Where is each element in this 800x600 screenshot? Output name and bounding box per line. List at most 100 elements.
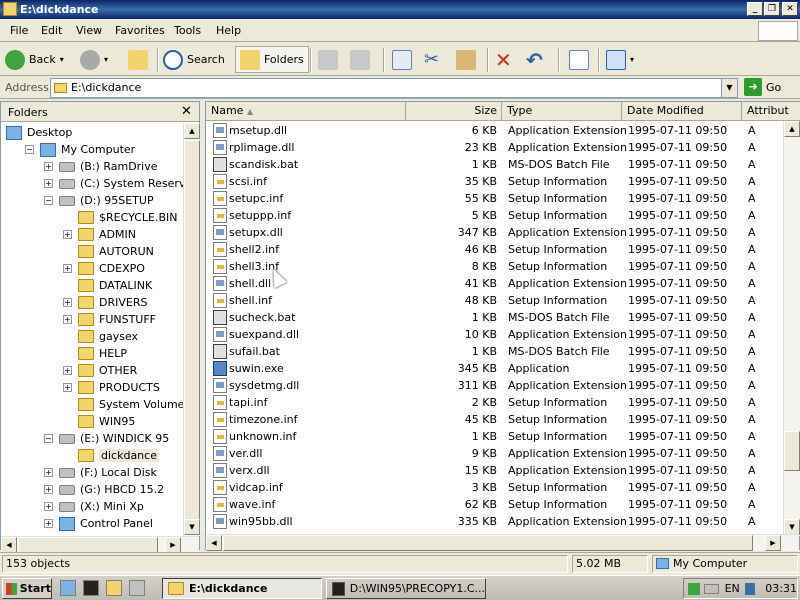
paste-button[interactable]: [456, 46, 476, 73]
file-row[interactable]: tapi.inf 2 KB Setup Information 1995-07-11 …: [206, 394, 783, 411]
tree-item[interactable]: HELP: [63, 345, 127, 362]
tree-item[interactable]: + PRODUCTS: [63, 379, 160, 396]
minimize-button[interactable]: _: [747, 2, 763, 16]
folders-vertical-scrollbar[interactable]: ▲ ▼: [183, 123, 200, 536]
scroll-left-icon[interactable]: ◀: [1, 537, 17, 553]
tree-item[interactable]: System Volume Inforr: [63, 396, 183, 413]
chevron-down-icon[interactable]: ▼: [721, 79, 737, 97]
column-header-date[interactable]: Date Modified: [622, 102, 742, 121]
tree-item[interactable]: DATALINK: [63, 277, 152, 294]
files-vertical-scrollbar[interactable]: ▲ ▼: [783, 121, 800, 536]
tree-item[interactable]: − My Computer: [25, 141, 135, 158]
undo-button[interactable]: ↶: [526, 46, 543, 73]
network-icon[interactable]: [688, 582, 701, 595]
expand-icon[interactable]: +: [63, 230, 72, 239]
tree-item[interactable]: + (F:) Local Disk: [44, 464, 157, 481]
collapse-icon[interactable]: −: [25, 145, 34, 154]
views-button[interactable]: ▾: [606, 46, 634, 73]
file-row[interactable]: shell.inf 48 KB Setup Information 1995-07-1…: [206, 292, 783, 309]
expand-icon[interactable]: +: [63, 315, 72, 324]
expand-icon[interactable]: +: [63, 383, 72, 392]
tree-item[interactable]: + (G:) HBCD 15.2: [44, 481, 164, 498]
tree-item[interactable]: + FUNSTUFF: [63, 311, 156, 328]
menu-view[interactable]: View: [76, 24, 102, 37]
file-row[interactable]: msetup.dll 6 KB Application Extension 1995-…: [206, 122, 783, 139]
maximize-button[interactable]: ❐: [764, 2, 780, 16]
file-row[interactable]: unknown.inf 1 KB Setup Information 1995-07-…: [206, 428, 783, 445]
properties-button[interactable]: [569, 46, 589, 73]
tree-item[interactable]: AUTORUN: [63, 243, 154, 260]
tree-item[interactable]: + (B:) RamDrive: [44, 158, 158, 175]
go-button[interactable]: ➜ Go: [744, 78, 781, 96]
expand-icon[interactable]: +: [63, 264, 72, 273]
tree-item[interactable]: + ADMIN: [63, 226, 136, 243]
collapse-icon[interactable]: −: [44, 434, 53, 443]
move-to-button[interactable]: [318, 46, 338, 73]
scroll-thumb[interactable]: [184, 140, 200, 520]
expand-icon[interactable]: +: [44, 519, 53, 528]
file-row[interactable]: sucheck.bat 1 KB MS-DOS Batch File 1995-07-…: [206, 309, 783, 326]
file-row[interactable]: timezone.inf 45 KB Setup Information 1995-0…: [206, 411, 783, 428]
scroll-thumb[interactable]: [223, 535, 753, 551]
scroll-up-icon[interactable]: ▲: [784, 121, 800, 137]
task-explorer[interactable]: E:\dickdance: [162, 578, 322, 599]
expand-icon[interactable]: +: [63, 298, 72, 307]
expand-icon[interactable]: +: [44, 179, 53, 188]
menu-help[interactable]: Help: [216, 24, 241, 37]
tree-item[interactable]: $RECYCLE.BIN: [63, 209, 177, 226]
scroll-up-icon[interactable]: ▲: [184, 123, 200, 139]
tree-item[interactable]: + CDEXPO: [63, 260, 145, 277]
file-row[interactable]: setuppp.inf 5 KB Setup Information 1995-07-…: [206, 207, 783, 224]
menu-tools[interactable]: Tools: [174, 24, 201, 37]
cut-button[interactable]: ✂: [424, 46, 439, 73]
column-header-type[interactable]: Type: [502, 102, 622, 121]
copy-to-button[interactable]: [350, 46, 370, 73]
volume-icon[interactable]: [744, 582, 756, 595]
explorer-icon[interactable]: [106, 580, 122, 596]
tree-item[interactable]: + (X:) Mini Xp: [44, 498, 144, 515]
file-row[interactable]: win95bb.dll 335 KB Application Extension 19…: [206, 513, 783, 530]
language-indicator[interactable]: EN: [725, 582, 740, 595]
scroll-thumb[interactable]: [784, 431, 800, 471]
back-button[interactable]: Back ▾: [5, 46, 64, 73]
expand-icon[interactable]: +: [63, 366, 72, 375]
column-header-size[interactable]: Size: [406, 102, 502, 121]
close-icon[interactable]: ✕: [181, 104, 192, 119]
file-row[interactable]: wave.inf 62 KB Setup Information 1995-07-11…: [206, 496, 783, 513]
scroll-down-icon[interactable]: ▼: [784, 519, 800, 535]
file-row[interactable]: scandisk.bat 1 KB MS-DOS Batch File 1995-07…: [206, 156, 783, 173]
tree-item[interactable]: + DRIVERS: [63, 294, 147, 311]
close-button[interactable]: ✕: [782, 2, 798, 16]
task-precopy[interactable]: D:\WIN95\PRECOPY1.C...: [326, 578, 486, 599]
search-button[interactable]: Search: [163, 46, 225, 73]
tree-item[interactable]: Desktop: [6, 124, 72, 141]
folders-button[interactable]: Folders: [235, 46, 309, 73]
menu-favorites[interactable]: Favorites: [115, 24, 165, 37]
drive-icon[interactable]: [704, 583, 719, 594]
scroll-left-icon[interactable]: ◀: [206, 535, 222, 551]
tree-item[interactable]: WIN95: [63, 413, 135, 430]
file-row[interactable]: ver.dll 9 KB Application Extension 1995-07-…: [206, 445, 783, 462]
expand-icon[interactable]: +: [44, 162, 53, 171]
file-row[interactable]: setupx.dll 347 KB Application Extension 199…: [206, 224, 783, 241]
file-row[interactable]: setupc.inf 55 KB Setup Information 1995-07-…: [206, 190, 783, 207]
scroll-thumb[interactable]: [18, 537, 158, 553]
expand-icon[interactable]: +: [44, 485, 53, 494]
command-prompt-icon[interactable]: [83, 580, 99, 596]
scroll-right-icon[interactable]: ▶: [765, 535, 781, 551]
address-input[interactable]: E:\dickdance ▼: [50, 78, 738, 98]
up-folder-button[interactable]: [128, 46, 148, 73]
start-button[interactable]: Start: [2, 578, 52, 599]
tree-item[interactable]: + (C:) System Reserved: [44, 175, 183, 192]
file-row[interactable]: shell3.inf 8 KB Setup Information 1995-07-1…: [206, 258, 783, 275]
file-row[interactable]: verx.dll 15 KB Application Extension 1995-0…: [206, 462, 783, 479]
file-row[interactable]: suexpand.dll 10 KB Application Extension 19…: [206, 326, 783, 343]
title-bar[interactable]: E:\dickdance _ ❐ ✕: [0, 0, 800, 19]
file-row[interactable]: shell.dll 41 KB Application Extension 1995-…: [206, 275, 783, 292]
menu-edit[interactable]: Edit: [41, 24, 62, 37]
file-row[interactable]: sufail.bat 1 KB MS-DOS Batch File 1995-07-1…: [206, 343, 783, 360]
column-header-name[interactable]: Name ▲: [206, 102, 406, 121]
scroll-right-icon[interactable]: ▶: [165, 537, 181, 553]
files-horizontal-scrollbar[interactable]: ◀ ▶: [206, 534, 799, 551]
expand-icon[interactable]: +: [44, 502, 53, 511]
